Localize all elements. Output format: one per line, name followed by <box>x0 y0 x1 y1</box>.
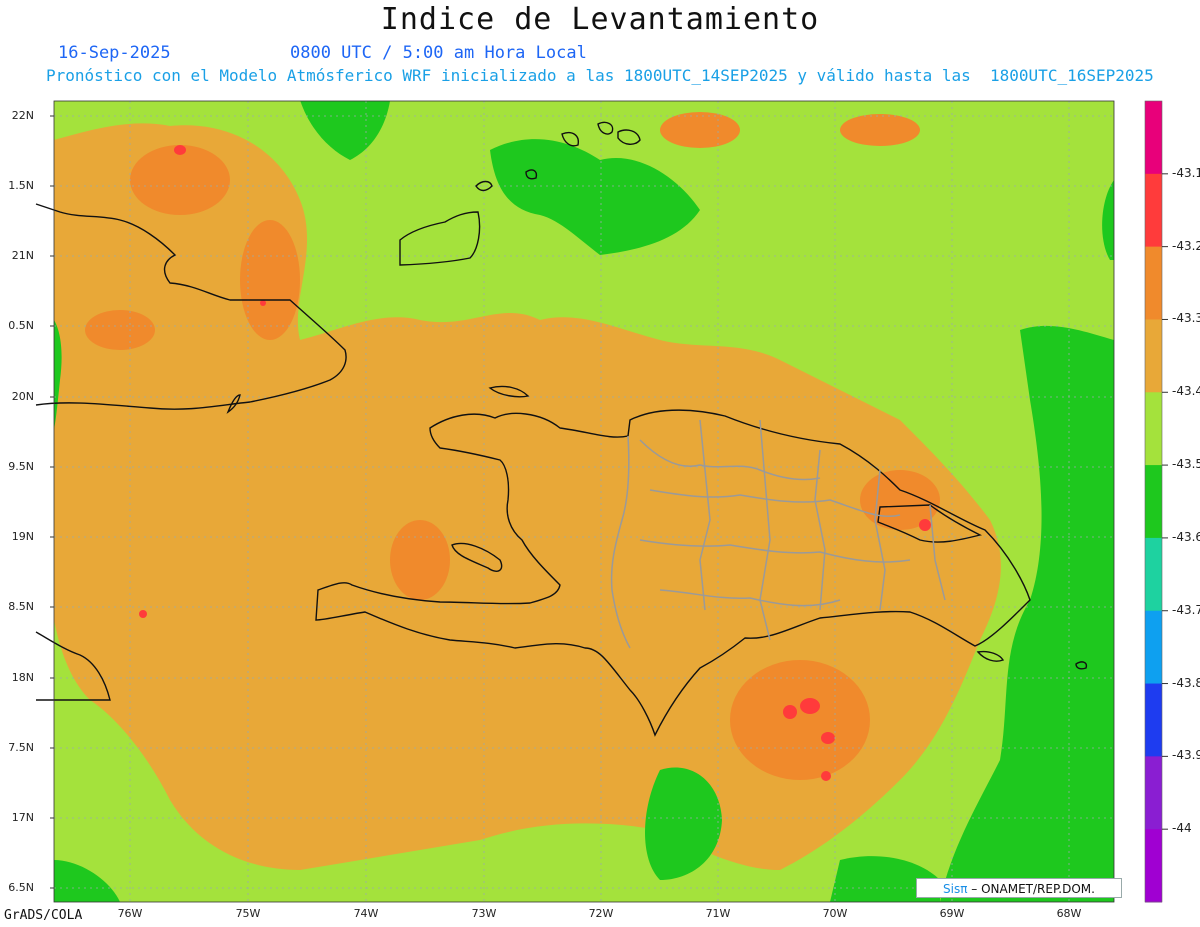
red-speck <box>260 300 266 306</box>
latitude-label: 0.5N <box>8 319 34 332</box>
colorbar-label: -43.6 <box>1172 529 1200 544</box>
colorbar-swatch <box>1145 683 1162 757</box>
orange-patch-west <box>85 310 155 350</box>
red-speck <box>821 771 831 781</box>
credit-text: – ONAMET/REP.DOM. <box>967 882 1095 896</box>
red-speck <box>139 610 147 618</box>
colorbar-swatch <box>1145 829 1162 903</box>
colorbar-swatch <box>1145 756 1162 830</box>
latitude-label: 8.5N <box>8 600 34 613</box>
software-footer: GrADS/COLA <box>4 908 83 923</box>
latitude-label: 1.5N <box>8 179 34 192</box>
longitude-label: 71W <box>705 907 731 920</box>
latitude-label: 9.5N <box>8 460 34 473</box>
colorbar-swatch <box>1145 101 1162 175</box>
longitude-label: 70W <box>822 907 848 920</box>
map-fill <box>54 101 1114 902</box>
latitude-label: 19N <box>11 530 34 543</box>
colorbar-swatch <box>1145 319 1162 393</box>
colorbar-swatch <box>1145 610 1162 685</box>
orange-patch-top-right <box>840 114 920 146</box>
colorbar-label: -44 <box>1172 821 1192 836</box>
red-speck <box>800 698 820 714</box>
latitude-label: 20N <box>11 390 34 403</box>
colorbar-label: -43.2 <box>1172 238 1200 253</box>
red-speck <box>919 519 931 531</box>
axis-ticks <box>50 115 54 889</box>
sis-logo: Sisπ <box>943 882 968 896</box>
orange-patch-north <box>130 145 230 215</box>
red-speck <box>821 732 835 744</box>
longitude-label: 72W <box>588 907 614 920</box>
latitude-label: 21N <box>11 249 34 262</box>
credit-box: Sisπ – ONAMET/REP.DOM. <box>916 878 1122 898</box>
colorbar-label: -43.3 <box>1172 311 1200 326</box>
colorbar-swatch <box>1145 246 1162 320</box>
longitude-label: 74W <box>353 907 379 920</box>
lifted-index-map <box>35 100 1168 903</box>
colorbar-swatch <box>1145 173 1162 248</box>
colorbar-label: -43.9 <box>1172 748 1200 763</box>
colorbar-swatch <box>1145 537 1162 612</box>
longitude-label: 75W <box>235 907 261 920</box>
red-speck <box>174 145 186 155</box>
latitude-label: 7.5N <box>8 741 34 754</box>
colorbar <box>1144 100 1168 903</box>
orange-patch-nw <box>240 220 300 340</box>
colorbar-label: -43.4 <box>1172 384 1200 399</box>
longitude-label: 69W <box>939 907 965 920</box>
orange-patch-top <box>660 112 740 148</box>
red-speck <box>783 705 797 719</box>
longitude-label: 76W <box>117 907 143 920</box>
latitude-label: 6.5N <box>8 881 34 894</box>
latitude-label: 22N <box>11 109 34 122</box>
colorbar-swatch <box>1145 392 1162 466</box>
colorbar-swatch <box>1145 465 1162 539</box>
colorbar-label: -43.7 <box>1172 602 1200 617</box>
colorbar-label: -43.1 <box>1172 165 1200 180</box>
colorbar-label: -43.8 <box>1172 675 1200 690</box>
colorbar-label: -43.5 <box>1172 457 1200 472</box>
latitude-label: 18N <box>11 671 34 684</box>
latitude-label: 17N <box>11 811 34 824</box>
longitude-label: 73W <box>471 907 497 920</box>
longitude-label: 68W <box>1056 907 1082 920</box>
orange-patch-haiti <box>390 520 450 600</box>
